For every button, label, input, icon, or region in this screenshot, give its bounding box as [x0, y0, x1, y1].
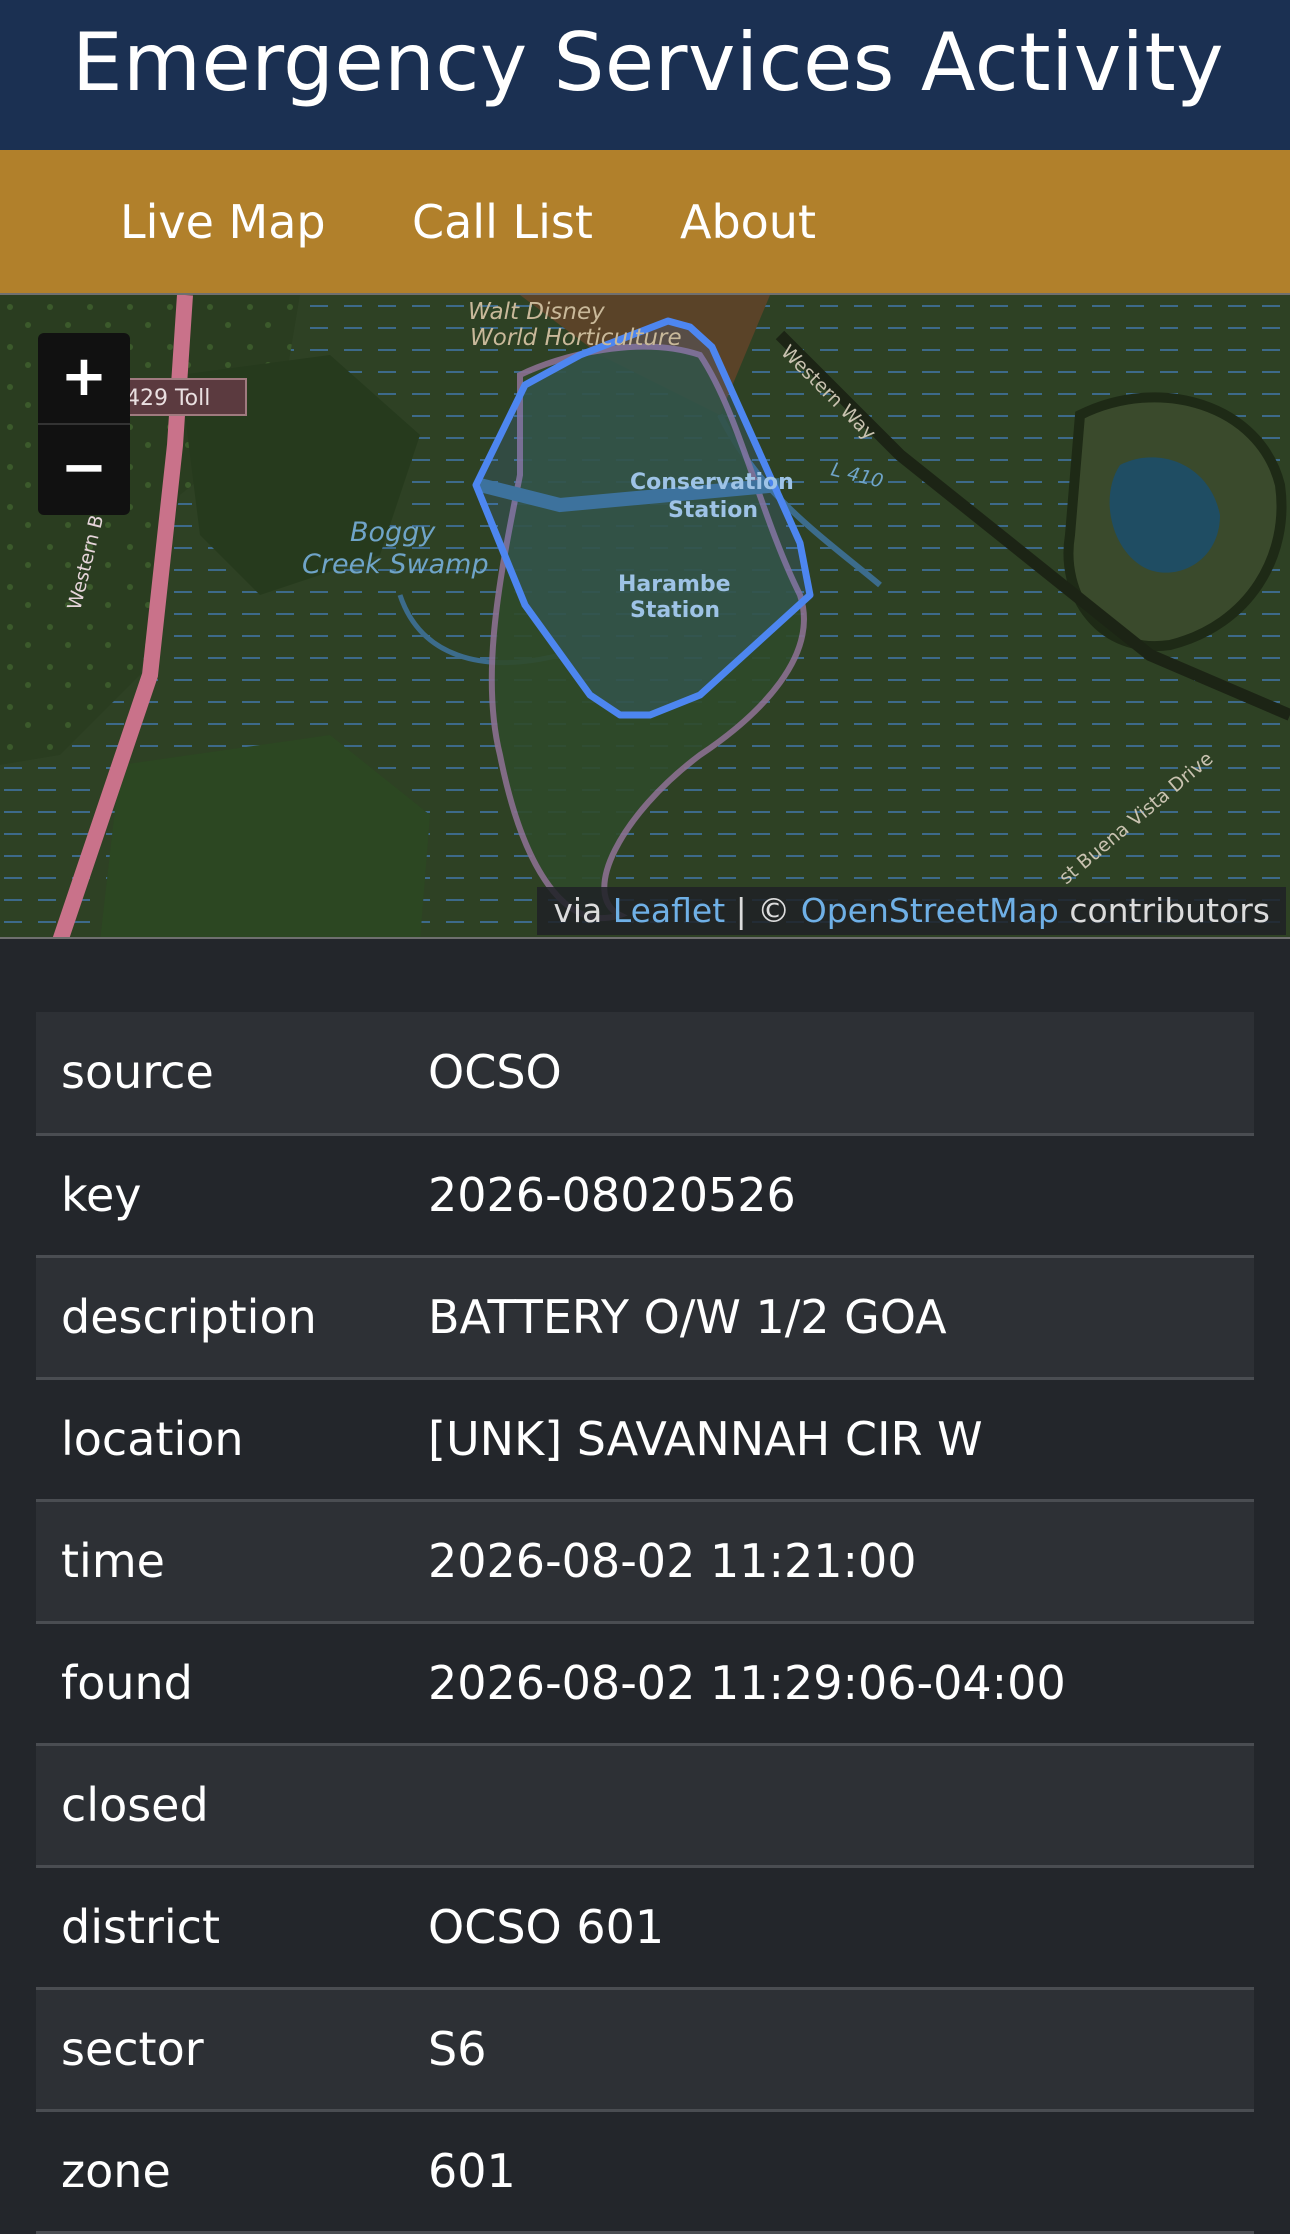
table-row: description BATTERY O/W 1/2 GOA	[36, 1256, 1254, 1380]
map-label-horticulture: World Horticulture	[470, 325, 682, 351]
map-label-creek-swamp: Creek Swamp	[302, 549, 489, 580]
nav-call-list[interactable]: Call List	[412, 195, 593, 249]
row-key: zone	[36, 2110, 428, 2234]
zoom-out-button[interactable]: −	[38, 424, 130, 514]
row-value	[428, 1744, 1254, 1868]
table-row: key 2026-08020526	[36, 1134, 1254, 1258]
table-row: district OCSO 601	[36, 1866, 1254, 1990]
incident-map[interactable]: Walt Disney World Horticulture 429 Toll …	[0, 293, 1290, 939]
row-value: 2026-08-02 11:21:00	[428, 1500, 1254, 1624]
table-row: sector S6	[36, 1988, 1254, 2112]
row-key: closed	[36, 1744, 428, 1868]
zoom-in-button[interactable]: +	[38, 333, 130, 425]
app-header: Emergency Services Activity	[0, 0, 1290, 150]
map-label-conservation: Conservation	[630, 470, 794, 495]
row-value: OCSO 601	[428, 1866, 1254, 1990]
map-label-conservation-station: Station	[668, 498, 758, 523]
main-nav: Live Map Call List About	[0, 150, 1290, 293]
nav-about[interactable]: About	[680, 195, 816, 249]
table-row: zone 601	[36, 2110, 1254, 2234]
row-value: 601	[428, 2110, 1254, 2234]
row-key: description	[36, 1256, 428, 1380]
map-attribution: via Leaflet | © OpenStreetMap contributo…	[537, 887, 1286, 935]
row-value: S6	[428, 1988, 1254, 2112]
attribution-separator: | ©	[735, 891, 791, 930]
row-value: BATTERY O/W 1/2 GOA	[428, 1256, 1254, 1380]
zoom-control: + −	[38, 333, 130, 515]
table-row: source OCSO	[36, 1012, 1254, 1136]
row-value: OCSO	[428, 1012, 1254, 1136]
incident-details-table: source OCSO key 2026-08020526 descriptio…	[36, 1012, 1254, 2234]
map-label-boggy: Boggy	[350, 517, 436, 548]
row-key: key	[36, 1134, 428, 1258]
map-label-harambe: Harambe	[618, 572, 731, 597]
map-label-disney: Walt Disney	[468, 299, 605, 325]
row-key: sector	[36, 1988, 428, 2112]
map-label-harambe-station: Station	[630, 598, 720, 623]
row-key: location	[36, 1378, 428, 1502]
row-value: 2026-08-02 11:29:06-04:00	[428, 1622, 1254, 1746]
page-title: Emergency Services Activity	[72, 16, 1225, 109]
row-key: source	[36, 1012, 428, 1136]
row-key: district	[36, 1866, 428, 1990]
table-row: closed	[36, 1744, 1254, 1868]
row-key: found	[36, 1622, 428, 1746]
row-key: time	[36, 1500, 428, 1624]
nav-live-map[interactable]: Live Map	[120, 195, 326, 249]
openstreetmap-link[interactable]: OpenStreetMap	[801, 891, 1059, 930]
map-label-toll: 429 Toll	[126, 386, 210, 411]
map-tiles[interactable]: Walt Disney World Horticulture 429 Toll …	[0, 295, 1290, 939]
attribution-via: via	[553, 891, 603, 930]
table-row: time 2026-08-02 11:21:00	[36, 1500, 1254, 1624]
leaflet-link[interactable]: Leaflet	[613, 891, 725, 930]
row-value: 2026-08020526	[428, 1134, 1254, 1258]
table-row: location [UNK] SAVANNAH CIR W	[36, 1378, 1254, 1502]
attribution-contributors: contributors	[1069, 891, 1270, 930]
row-value: [UNK] SAVANNAH CIR W	[428, 1378, 1254, 1502]
table-row: found 2026-08-02 11:29:06-04:00	[36, 1622, 1254, 1746]
